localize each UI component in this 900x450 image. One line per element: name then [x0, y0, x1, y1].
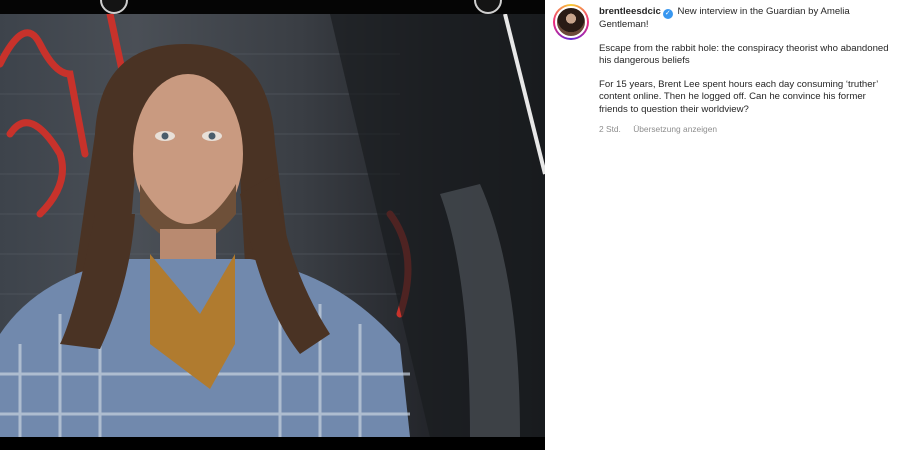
media-top-strip — [0, 0, 545, 14]
story-ring[interactable] — [553, 4, 589, 40]
media-control-left[interactable] — [100, 0, 128, 14]
avatar[interactable] — [555, 6, 587, 38]
caption-summary: For 15 years, Brent Lee spent hours each… — [599, 78, 878, 115]
post-time[interactable]: 2 Std. — [599, 124, 621, 134]
caption-first-line: brentleesdcic ✓ New interview in the Guar… — [599, 6, 890, 32]
post-meta: 2 Std. Übersetzung anzeigen — [599, 123, 890, 136]
photo-illustration — [0, 14, 545, 437]
username-link[interactable]: brentleesdcic — [599, 6, 661, 17]
verified-badge-icon: ✓ — [662, 9, 673, 19]
post-caption: brentleesdcic ✓ New interview in the Guar… — [545, 0, 900, 135]
media-bottom-strip — [0, 437, 545, 450]
caption-body: brentleesdcic ✓ New interview in the Guar… — [599, 4, 890, 135]
post-photo — [0, 14, 545, 437]
person — [0, 44, 410, 437]
post-media[interactable] — [0, 0, 545, 450]
caption-panel: brentleesdcic ✓ New interview in the Guar… — [545, 0, 900, 450]
caption-headline: Escape from the rabbit hole: the conspir… — [599, 42, 889, 67]
translate-link[interactable]: Übersetzung anzeigen — [633, 124, 717, 134]
media-control-right[interactable] — [474, 0, 502, 14]
